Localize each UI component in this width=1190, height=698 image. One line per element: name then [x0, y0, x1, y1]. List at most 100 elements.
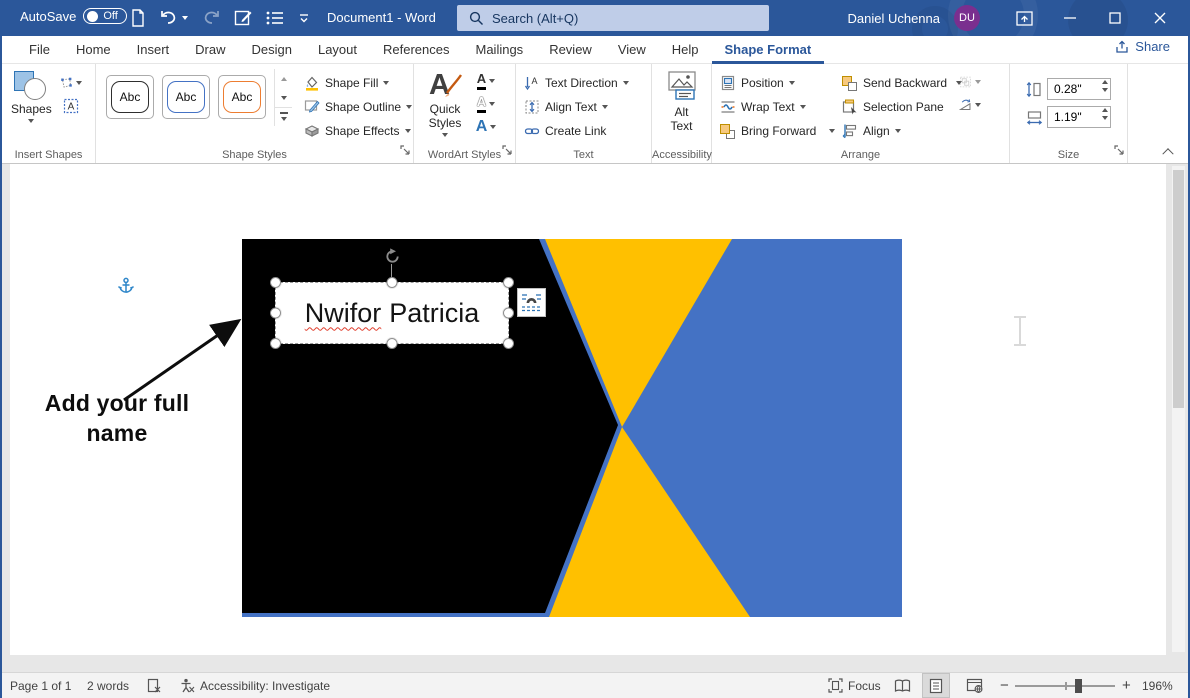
bring-forward-button[interactable]: Bring Forward [716, 120, 838, 142]
user-avatar[interactable]: DU [954, 5, 980, 31]
tab-view[interactable]: View [605, 36, 659, 64]
zoom-slider-thumb[interactable] [1075, 679, 1082, 693]
shape-width-input[interactable]: 1.19" [1047, 106, 1111, 128]
tab-insert[interactable]: Insert [124, 36, 183, 64]
tab-layout[interactable]: Layout [305, 36, 370, 64]
shape-style-option-orange[interactable]: Abc [218, 75, 266, 119]
quick-styles-button[interactable]: A Quick Styles [418, 69, 472, 139]
alt-text-button[interactable]: Alt Text [661, 69, 703, 136]
tab-references[interactable]: References [370, 36, 462, 64]
text-direction-button[interactable]: A Text Direction [520, 72, 632, 94]
web-layout-button[interactable] [960, 673, 988, 698]
minimize-button[interactable] [1047, 0, 1092, 36]
send-backward-button[interactable]: Send Backward [838, 72, 956, 94]
selection-handle[interactable] [270, 308, 281, 319]
text-box-text[interactable]: NwiforPatricia [305, 298, 480, 329]
selected-text-box[interactable]: NwiforPatricia [275, 282, 509, 344]
gallery-scroll-up-icon[interactable] [275, 69, 292, 88]
tab-design[interactable]: Design [239, 36, 305, 64]
wrap-text-dropdown-icon [800, 105, 806, 109]
shape-outline-label: Shape Outline [325, 100, 401, 114]
tab-shape-format[interactable]: Shape Format [712, 36, 825, 64]
gallery-more-icon[interactable] [275, 107, 292, 126]
text-outline-button[interactable]: A [475, 94, 497, 114]
selection-handle[interactable] [503, 277, 514, 288]
undo-button[interactable] [160, 10, 188, 26]
scrollbar-thumb[interactable] [1173, 170, 1184, 408]
text-effects-button[interactable]: A [475, 117, 497, 137]
tab-home[interactable]: Home [63, 36, 124, 64]
gallery-scroll-down-icon[interactable] [275, 88, 292, 107]
autosave-control[interactable]: AutoSave Off [20, 8, 127, 24]
text-effects-dropdown-icon [490, 125, 496, 129]
tab-file[interactable]: File [16, 36, 63, 64]
shape-style-option-blue[interactable]: Abc [162, 75, 210, 119]
selection-handle[interactable] [387, 277, 398, 288]
create-link-button[interactable]: Create Link [520, 120, 632, 142]
tab-help[interactable]: Help [659, 36, 712, 64]
bullet-list-icon[interactable] [266, 10, 284, 26]
align-label: Align [863, 124, 890, 138]
collapse-ribbon-icon[interactable] [1164, 147, 1174, 157]
edit-shape-button[interactable] [60, 73, 82, 93]
quick-styles-dropdown-icon [442, 133, 448, 137]
selection-handle[interactable] [503, 308, 514, 319]
rotate-dropdown-icon [975, 103, 981, 107]
accessibility-status[interactable]: Accessibility: Investigate [180, 673, 330, 698]
selection-handle[interactable] [503, 338, 514, 349]
shapes-button[interactable]: Shapes [6, 69, 57, 125]
shape-height-input[interactable]: 0.28" [1047, 78, 1111, 100]
vertical-scrollbar[interactable] [1172, 166, 1185, 652]
align-text-button[interactable]: Align Text [520, 96, 632, 118]
zoom-level[interactable]: 196% [1142, 673, 1173, 698]
create-link-icon [523, 123, 540, 140]
rotate-objects-button[interactable] [959, 95, 981, 115]
zoom-out-button[interactable]: − [1000, 673, 1009, 698]
document-area: NwiforPatricia Add your full name [2, 164, 1188, 672]
maximize-button[interactable] [1092, 0, 1137, 36]
draw-text-box-button[interactable]: A [60, 96, 82, 116]
selection-pane-button[interactable]: Selection Pane [838, 96, 956, 118]
wrap-text-button[interactable]: Wrap Text [716, 96, 838, 118]
focus-icon [828, 678, 843, 693]
shape-outline-button[interactable]: Shape Outline [300, 96, 415, 118]
search-box[interactable]: Search (Alt+Q) [457, 5, 769, 31]
text-fill-button[interactable]: A [475, 71, 497, 91]
ribbon-display-options-button[interactable] [1002, 0, 1047, 36]
focus-button[interactable]: Focus [828, 673, 881, 698]
customize-qat-icon[interactable] [298, 12, 310, 24]
position-button[interactable]: Position [716, 72, 838, 94]
selection-handle[interactable] [387, 338, 398, 349]
shape-effects-button[interactable]: Shape Effects [300, 120, 415, 142]
zoom-in-button[interactable]: + [1122, 673, 1131, 698]
read-mode-button[interactable] [888, 673, 916, 698]
shape-width-value: 1.19" [1054, 110, 1082, 124]
proofing-errors-icon[interactable] [147, 673, 162, 698]
width-spinner[interactable] [1102, 108, 1108, 120]
layout-options-button[interactable] [517, 288, 546, 317]
zoom-slider[interactable] [1015, 673, 1115, 698]
share-button[interactable]: Share [1115, 39, 1170, 54]
word-count[interactable]: 2 words [87, 673, 129, 698]
page-indicator[interactable]: Page 1 of 1 [10, 673, 71, 698]
tab-mailings[interactable]: Mailings [463, 36, 537, 64]
selection-handle[interactable] [270, 277, 281, 288]
shape-fill-button[interactable]: Shape Fill [300, 72, 415, 94]
shape-effects-label: Shape Effects [325, 124, 400, 138]
undo-dropdown-icon[interactable] [182, 16, 188, 20]
tab-draw[interactable]: Draw [182, 36, 238, 64]
group-accessibility: Alt Text Accessibility [652, 64, 712, 163]
user-name[interactable]: Daniel Uchenna [847, 11, 940, 26]
tab-review[interactable]: Review [536, 36, 605, 64]
group-wordart-styles: A Quick Styles A A A WordArt Styles [414, 64, 516, 163]
new-document-icon[interactable] [130, 9, 146, 27]
zoom-slider-track[interactable] [1015, 685, 1115, 687]
print-layout-button[interactable] [922, 673, 950, 698]
selection-handle[interactable] [270, 338, 281, 349]
autosave-toggle[interactable]: Off [83, 8, 126, 24]
align-button[interactable]: Align [838, 120, 956, 142]
close-button[interactable] [1137, 0, 1182, 36]
shape-style-option-black[interactable]: Abc [106, 75, 154, 119]
save-edit-icon[interactable] [234, 9, 252, 27]
height-spinner[interactable] [1102, 80, 1108, 92]
